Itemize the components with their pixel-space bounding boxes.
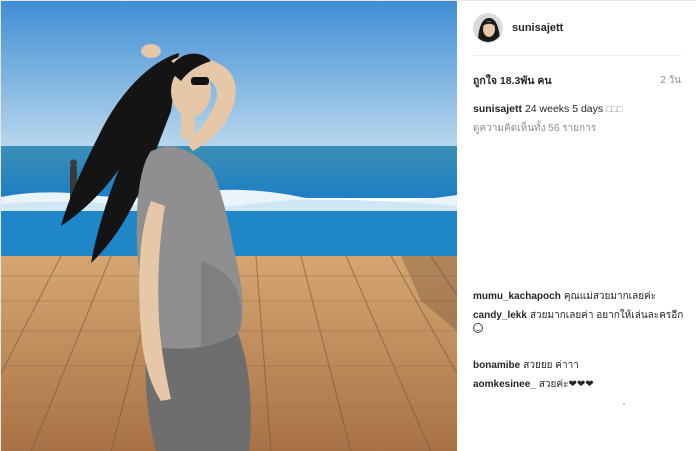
caption-emoji: □□□ bbox=[606, 104, 623, 114]
post-header: sunisajett bbox=[457, 1, 696, 55]
comment-username[interactable]: aomkesinee_ bbox=[473, 379, 536, 390]
comment-username[interactable]: bonamibe bbox=[473, 360, 520, 371]
post-photo-illustration bbox=[1, 1, 457, 451]
likes-row: ถูกใจ 18.3พัน คน 2 วัน bbox=[473, 72, 681, 89]
comment-username[interactable]: candy_lekk bbox=[473, 310, 527, 321]
post-time[interactable]: 2 วัน bbox=[660, 73, 681, 88]
post-caption: sunisajett 24 weeks 5 days □□□ bbox=[473, 102, 685, 116]
header-divider bbox=[473, 55, 681, 56]
caption-username[interactable]: sunisajett bbox=[473, 103, 522, 115]
comment-item: bonamibe สวยยย ค่าาา bbox=[473, 359, 687, 373]
header-username[interactable]: sunisajett bbox=[512, 22, 563, 34]
post-side-panel: sunisajett ถูกใจ 18.3พัน คน 2 วัน sunisa… bbox=[457, 1, 696, 451]
comment-username[interactable]: mumu_kachapoch bbox=[473, 291, 561, 302]
instagram-post: sunisajett ถูกใจ 18.3พัน คน 2 วัน sunisa… bbox=[0, 0, 696, 451]
view-all-comments-link[interactable]: ดูความคิดเห็นทั้ง 56 รายการ bbox=[473, 121, 596, 136]
smiley-icon bbox=[473, 323, 483, 333]
comment-text: สวยค่ะ❤❤❤ bbox=[538, 379, 594, 390]
comment-text: สวยยย ค่าาา bbox=[523, 360, 579, 371]
avatar[interactable] bbox=[473, 13, 503, 43]
comment-text: คุณแม่สวยมากเลยค่ะ bbox=[563, 291, 657, 302]
comment-item: aomkesinee_ สวยค่ะ❤❤❤ bbox=[473, 378, 687, 392]
caption-text: 24 weeks 5 days bbox=[524, 103, 604, 115]
scroll-dot bbox=[623, 403, 625, 405]
comment-text: สวยมากเลยค่า อยากให้เล่นละครอีก bbox=[529, 310, 684, 321]
likes-count[interactable]: ถูกใจ 18.3พัน คน bbox=[473, 72, 552, 89]
comment-item: mumu_kachapoch คุณแม่สวยมากเลยค่ะ bbox=[473, 290, 687, 304]
post-photo[interactable] bbox=[1, 1, 457, 451]
comment-item: candy_lekk สวยมากเลยค่า อยากให้เล่นละครอี… bbox=[473, 309, 687, 337]
profile-photo-icon bbox=[474, 14, 502, 42]
